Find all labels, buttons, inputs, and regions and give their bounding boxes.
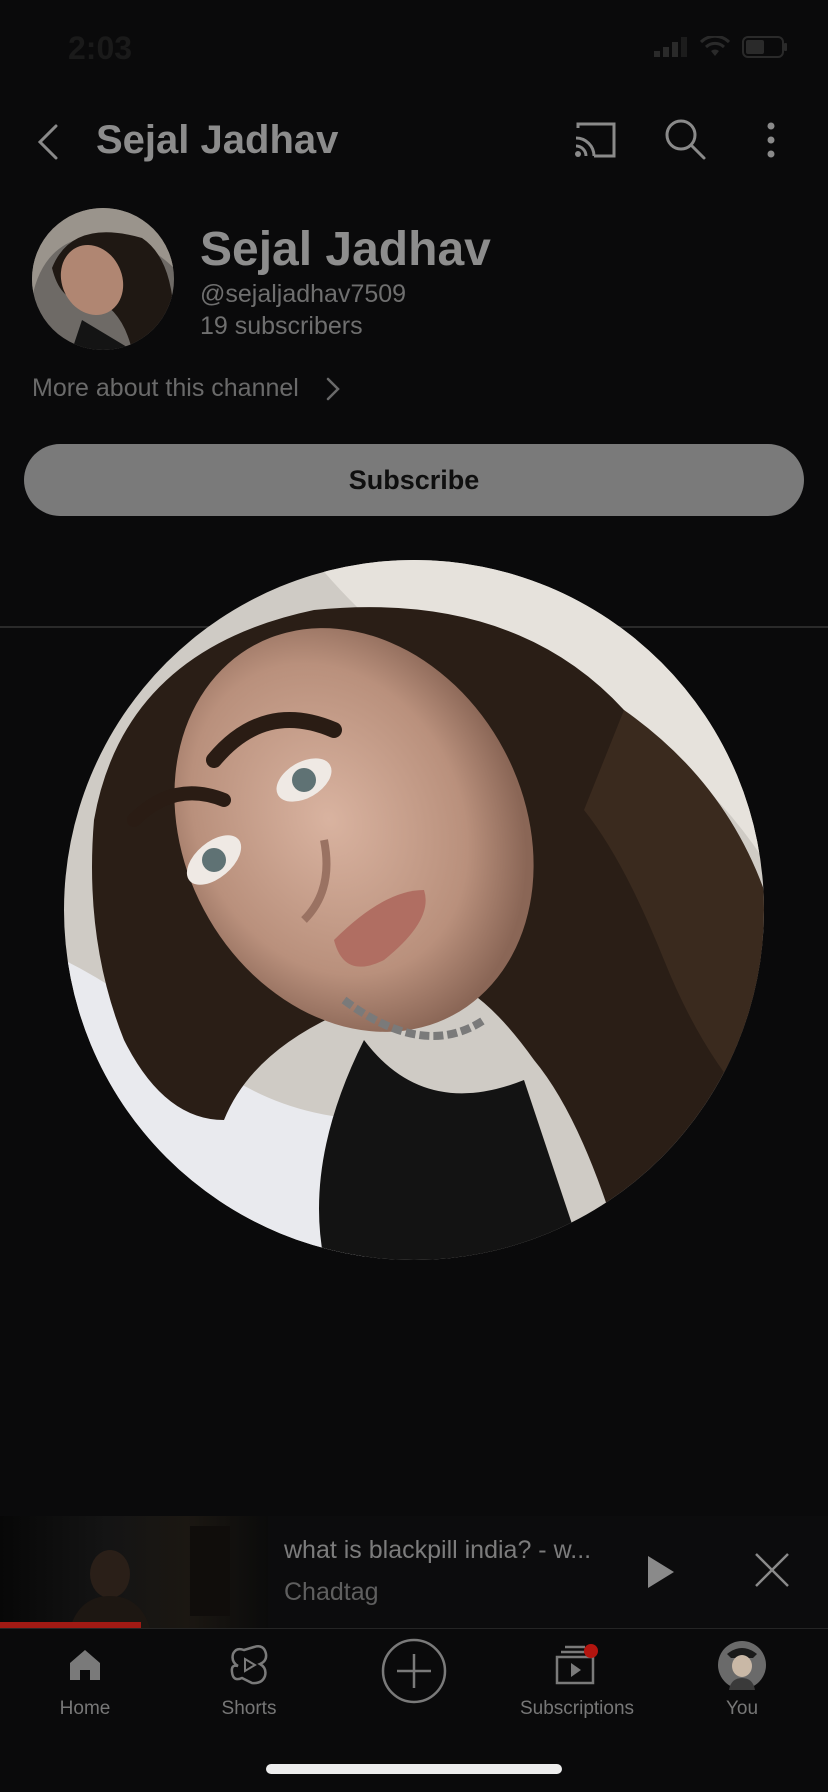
profile-photo: [64, 560, 764, 1260]
cast-button[interactable]: [572, 118, 618, 164]
home-icon: [70, 1650, 100, 1680]
shorts-icon: [230, 1645, 268, 1685]
mini-player-title[interactable]: what is blackpill india? - w...: [284, 1536, 591, 1565]
search-icon: [665, 119, 706, 160]
mini-player-channel: Chadtag: [284, 1578, 379, 1606]
status-time: 2:03: [68, 30, 133, 66]
wifi-icon: [700, 36, 730, 56]
close-icon: [755, 1553, 789, 1587]
close-mini-player-button[interactable]: [752, 1550, 792, 1590]
chevron-right-icon: [326, 377, 340, 400]
cast-icon: [575, 122, 616, 158]
subscriptions-icon: [555, 1644, 598, 1685]
channel-name: Sejal Jadhav: [200, 223, 491, 276]
more-vertical-icon: [767, 122, 775, 158]
nav-you[interactable]: You: [700, 1630, 784, 1720]
nav-you-label: You: [725, 1698, 759, 1719]
status-icons: [654, 36, 788, 58]
mini-player-thumbnail[interactable]: [0, 1516, 268, 1628]
nav-shorts-label: Shorts: [221, 1698, 277, 1719]
top-bar: Sejal Jadhav: [0, 108, 828, 176]
channel-avatar-image: [32, 208, 174, 350]
back-arrow-icon: [37, 124, 58, 160]
home-indicator[interactable]: [266, 1764, 562, 1774]
avatar: [718, 1641, 766, 1690]
battery-icon: [742, 36, 787, 58]
notification-dot: [584, 1644, 598, 1658]
play-icon: [648, 1556, 674, 1588]
mini-player[interactable]: what is blackpill india? - w... Chadtag: [0, 1516, 828, 1628]
video-thumbnail: [70, 1526, 230, 1628]
nav-divider: [0, 1628, 828, 1629]
nav-create[interactable]: [374, 1630, 454, 1712]
bottom-navigation: Home Shorts Subscriptions You: [0, 1630, 828, 1750]
nav-home-label: Home: [59, 1698, 111, 1719]
page-title: Sejal Jadhav: [96, 118, 339, 162]
profile-picture-large: [64, 560, 764, 1260]
channel-avatar[interactable]: [32, 208, 174, 350]
more-options-button[interactable]: [756, 116, 786, 164]
more-about-label: More about this channel: [32, 374, 299, 402]
create-icon: [381, 1638, 447, 1704]
subscriber-count: 19 subscribers: [200, 312, 363, 340]
nav-shorts[interactable]: Shorts: [204, 1630, 294, 1720]
back-button[interactable]: [28, 118, 72, 166]
nav-home[interactable]: Home: [40, 1630, 130, 1720]
nav-subscriptions[interactable]: Subscriptions: [510, 1630, 644, 1720]
play-button[interactable]: [640, 1550, 680, 1594]
nav-subscriptions-label: Subscriptions: [519, 1698, 635, 1719]
more-about-channel-link[interactable]: More about this channel: [32, 374, 341, 403]
subscribe-button[interactable]: Subscribe: [24, 444, 804, 516]
channel-handle: @sejaljadhav7509: [200, 280, 407, 308]
signal-icon: [654, 37, 687, 57]
search-button[interactable]: [662, 116, 708, 162]
